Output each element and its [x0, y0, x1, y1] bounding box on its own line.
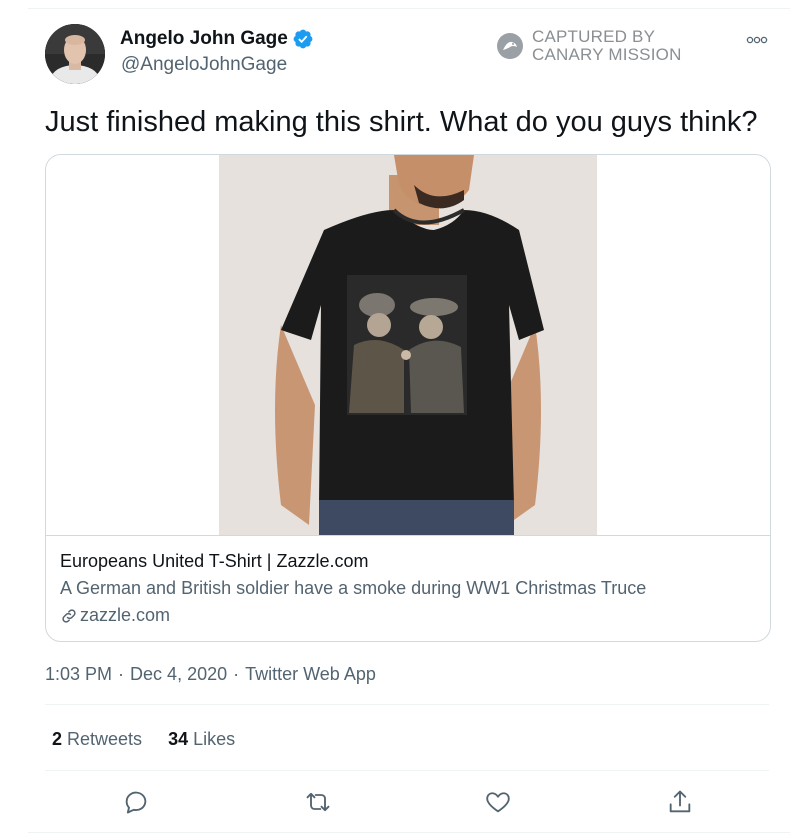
display-name[interactable]: Angelo John Gage	[120, 28, 288, 50]
card-domain: zazzle.com	[80, 605, 171, 625]
retweet-button[interactable]	[304, 788, 332, 816]
meta-separator: ·	[118, 664, 125, 684]
divider	[45, 770, 769, 771]
share-button[interactable]	[666, 788, 694, 816]
share-icon	[669, 790, 691, 813]
card-title[interactable]: Europeans United T-Shirt | Zazzle.com	[60, 551, 368, 572]
tweet-stats: 2 Retweets 34 Likes	[52, 729, 261, 750]
bottom-divider	[28, 832, 790, 833]
likes-count: 34	[168, 729, 189, 749]
divider	[45, 704, 769, 705]
more-options-icon[interactable]	[746, 32, 768, 44]
link-card[interactable]: Europeans United T-Shirt | Zazzle.com A …	[45, 154, 771, 642]
tweet-source[interactable]: Twitter Web App	[245, 664, 376, 684]
link-icon	[60, 607, 78, 625]
card-domain-row: zazzle.com	[60, 605, 170, 626]
canary-logo-icon	[496, 32, 524, 60]
card-image-area[interactable]	[46, 155, 770, 535]
top-divider	[28, 8, 790, 9]
card-image[interactable]	[219, 155, 597, 535]
likes-stat[interactable]: 34 Likes	[168, 729, 235, 750]
reply-button[interactable]	[122, 788, 150, 816]
meta-separator: ·	[233, 664, 240, 684]
tweet-time[interactable]: 1:03 PM	[45, 664, 112, 684]
retweets-label: Retweets	[67, 729, 143, 749]
retweets-stat[interactable]: 2 Retweets	[52, 729, 142, 750]
retweet-icon	[306, 792, 330, 812]
user-name-row[interactable]: Angelo John Gage	[120, 28, 314, 50]
watermark-line-1: CAPTURED BY	[532, 27, 656, 46]
watermark: CAPTURED BY CANARY MISSION	[496, 28, 682, 64]
verified-badge-icon	[292, 28, 314, 50]
like-button[interactable]	[484, 788, 512, 816]
tweet-meta: 1:03 PM · Dec 4, 2020 · Twitter Web App	[45, 664, 376, 685]
user-handle[interactable]: @AngeloJohnGage	[121, 54, 287, 76]
tweet-date[interactable]: Dec 4, 2020	[130, 664, 227, 684]
watermark-line-2: CANARY MISSION	[532, 45, 682, 64]
retweets-count: 2	[52, 729, 63, 749]
reply-icon	[125, 791, 147, 814]
card-divider	[46, 535, 770, 536]
heart-icon	[486, 792, 510, 813]
card-description: A German and British soldier have a smok…	[60, 578, 647, 598]
likes-label: Likes	[193, 729, 236, 749]
tweet-text: Just finished making this shirt. What do…	[45, 106, 758, 138]
avatar[interactable]	[45, 24, 105, 84]
